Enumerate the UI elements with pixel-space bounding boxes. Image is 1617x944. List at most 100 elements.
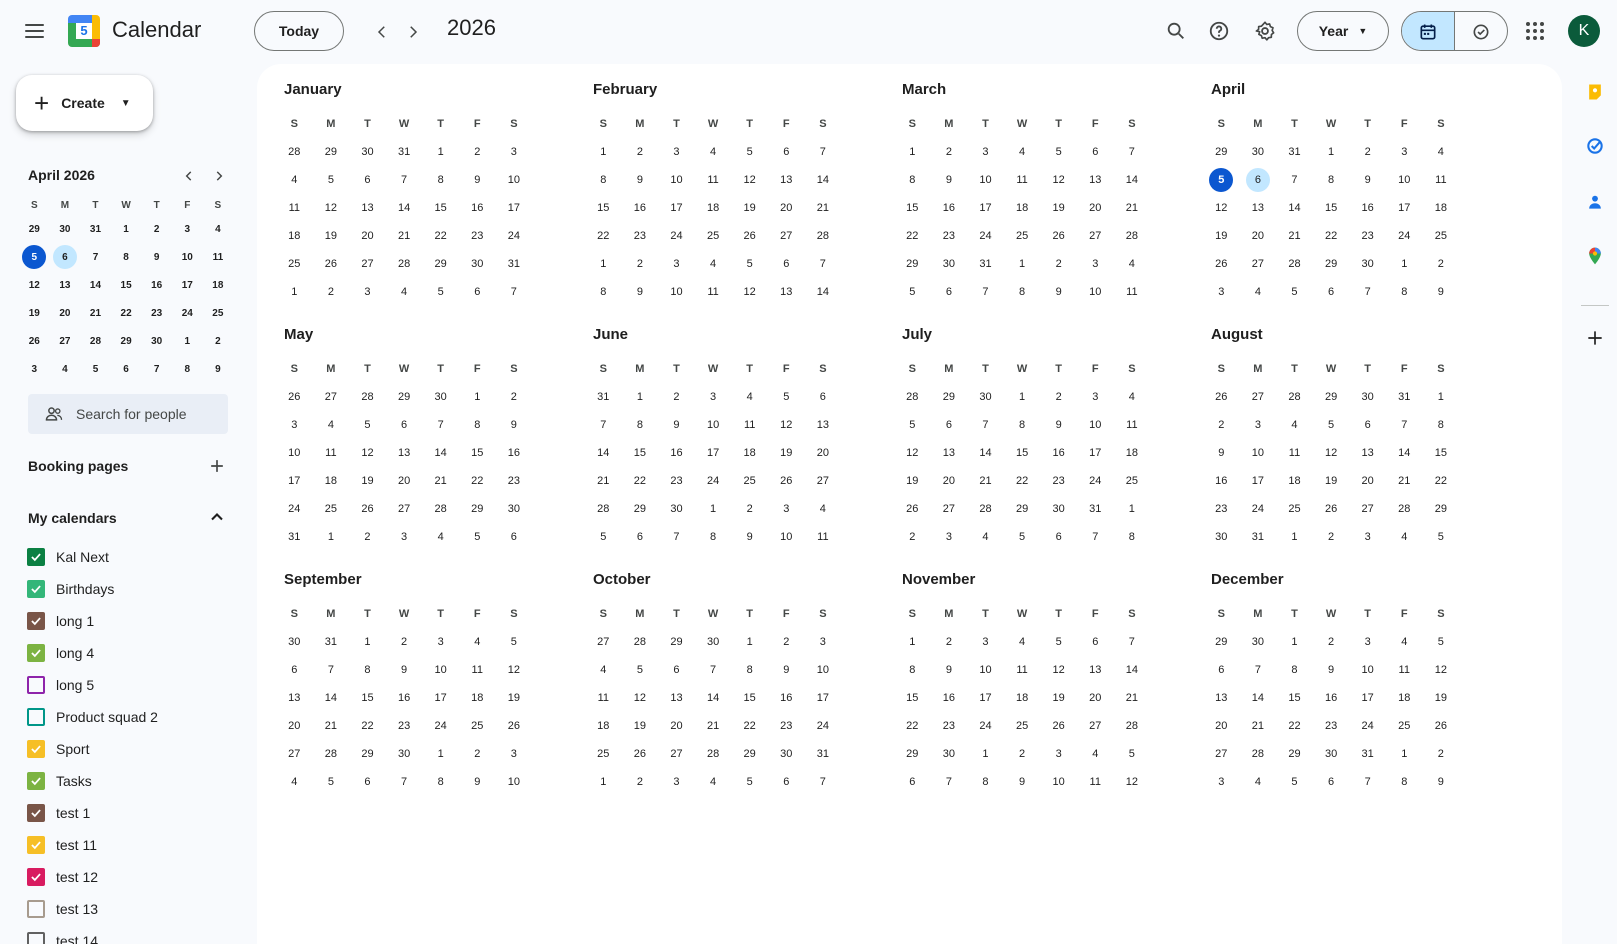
day-cell[interactable]: 5: [585, 523, 622, 551]
day-cell[interactable]: 21: [422, 467, 459, 495]
day-cell[interactable]: 9: [622, 278, 659, 306]
day-cell[interactable]: 6: [658, 656, 695, 684]
day-cell[interactable]: 20: [1240, 222, 1277, 250]
calendar-item[interactable]: Product squad 2: [27, 701, 158, 733]
day-cell[interactable]: 4: [585, 656, 622, 684]
day-cell[interactable]: 28: [1276, 250, 1313, 278]
day-cell[interactable]: 18: [313, 467, 350, 495]
day-cell[interactable]: 27: [386, 495, 423, 523]
day-cell[interactable]: 30: [496, 495, 533, 523]
day-cell[interactable]: 7: [805, 768, 842, 796]
mini-day[interactable]: 30: [141, 327, 172, 355]
day-cell[interactable]: 26: [496, 712, 533, 740]
day-cell[interactable]: 8: [695, 523, 732, 551]
day-cell[interactable]: 12: [731, 278, 768, 306]
day-cell[interactable]: 7: [386, 166, 423, 194]
mini-day[interactable]: 6: [50, 243, 81, 271]
day-cell[interactable]: 12: [1203, 194, 1240, 222]
day-cell[interactable]: 13: [768, 278, 805, 306]
day-cell[interactable]: 4: [695, 768, 732, 796]
day-cell[interactable]: 26: [1040, 222, 1077, 250]
day-cell[interactable]: 27: [768, 222, 805, 250]
day-cell[interactable]: 22: [894, 712, 931, 740]
day-cell[interactable]: 6: [1040, 523, 1077, 551]
day-cell[interactable]: 26: [313, 250, 350, 278]
app-title[interactable]: Calendar: [112, 17, 201, 43]
day-cell[interactable]: 31: [1077, 495, 1114, 523]
day-cell[interactable]: 26: [1040, 712, 1077, 740]
day-cell[interactable]: 29: [1423, 495, 1460, 523]
day-cell[interactable]: 10: [658, 278, 695, 306]
day-cell[interactable]: 1: [422, 138, 459, 166]
day-cell[interactable]: 3: [1203, 768, 1240, 796]
day-cell[interactable]: 30: [768, 740, 805, 768]
day-cell[interactable]: 7: [386, 768, 423, 796]
day-cell[interactable]: 21: [313, 712, 350, 740]
day-cell[interactable]: 5: [1203, 166, 1240, 194]
day-cell[interactable]: 20: [805, 439, 842, 467]
day-cell[interactable]: 5: [731, 138, 768, 166]
day-cell[interactable]: 6: [276, 656, 313, 684]
day-cell[interactable]: 8: [422, 768, 459, 796]
day-cell[interactable]: 25: [1386, 712, 1423, 740]
day-cell[interactable]: 12: [1040, 656, 1077, 684]
day-cell[interactable]: 8: [349, 656, 386, 684]
menu-icon[interactable]: [22, 18, 48, 44]
day-cell[interactable]: 7: [1349, 768, 1386, 796]
day-cell[interactable]: 2: [459, 138, 496, 166]
day-cell[interactable]: 5: [496, 628, 533, 656]
mini-day[interactable]: 29: [19, 215, 50, 243]
calendar-checkbox[interactable]: [27, 548, 45, 566]
day-cell[interactable]: 12: [1114, 768, 1151, 796]
mini-day[interactable]: 23: [141, 299, 172, 327]
day-cell[interactable]: 12: [1423, 656, 1460, 684]
day-cell[interactable]: 4: [731, 383, 768, 411]
day-cell[interactable]: 22: [731, 712, 768, 740]
day-cell[interactable]: 2: [731, 495, 768, 523]
calendar-checkbox[interactable]: [27, 836, 45, 854]
day-cell[interactable]: 5: [313, 768, 350, 796]
day-cell[interactable]: 7: [1240, 656, 1277, 684]
mini-day[interactable]: 1: [172, 327, 203, 355]
day-cell[interactable]: 16: [1313, 684, 1350, 712]
keep-icon[interactable]: [1583, 80, 1607, 104]
day-cell[interactable]: 29: [313, 138, 350, 166]
day-cell[interactable]: 5: [1040, 138, 1077, 166]
day-cell[interactable]: 8: [731, 656, 768, 684]
day-cell[interactable]: 24: [276, 495, 313, 523]
day-cell[interactable]: 21: [386, 222, 423, 250]
day-cell[interactable]: 11: [805, 523, 842, 551]
day-cell[interactable]: 5: [1276, 768, 1313, 796]
day-cell[interactable]: 28: [1276, 383, 1313, 411]
day-cell[interactable]: 15: [349, 684, 386, 712]
mini-day[interactable]: 19: [19, 299, 50, 327]
day-cell[interactable]: 18: [1004, 194, 1041, 222]
day-cell[interactable]: 8: [585, 166, 622, 194]
day-cell[interactable]: 3: [768, 495, 805, 523]
day-cell[interactable]: 23: [931, 712, 968, 740]
day-cell[interactable]: 24: [967, 712, 1004, 740]
day-cell[interactable]: 14: [386, 194, 423, 222]
day-cell[interactable]: 8: [1004, 411, 1041, 439]
day-cell[interactable]: 7: [931, 768, 968, 796]
tasks-view-toggle[interactable]: [1455, 12, 1508, 50]
day-cell[interactable]: 4: [422, 523, 459, 551]
day-cell[interactable]: 8: [1276, 656, 1313, 684]
day-cell[interactable]: 20: [386, 467, 423, 495]
day-cell[interactable]: 29: [731, 740, 768, 768]
day-cell[interactable]: 29: [422, 250, 459, 278]
day-cell[interactable]: 29: [1203, 138, 1240, 166]
day-cell[interactable]: 13: [658, 684, 695, 712]
day-cell[interactable]: 10: [422, 656, 459, 684]
day-cell[interactable]: 14: [422, 439, 459, 467]
mini-day[interactable]: 1: [111, 215, 142, 243]
day-cell[interactable]: 4: [695, 250, 732, 278]
day-cell[interactable]: 10: [1349, 656, 1386, 684]
day-cell[interactable]: 14: [1276, 194, 1313, 222]
day-cell[interactable]: 22: [459, 467, 496, 495]
day-cell[interactable]: 10: [1077, 411, 1114, 439]
day-cell[interactable]: 4: [967, 523, 1004, 551]
day-cell[interactable]: 22: [349, 712, 386, 740]
day-cell[interactable]: 5: [313, 166, 350, 194]
day-cell[interactable]: 23: [658, 467, 695, 495]
